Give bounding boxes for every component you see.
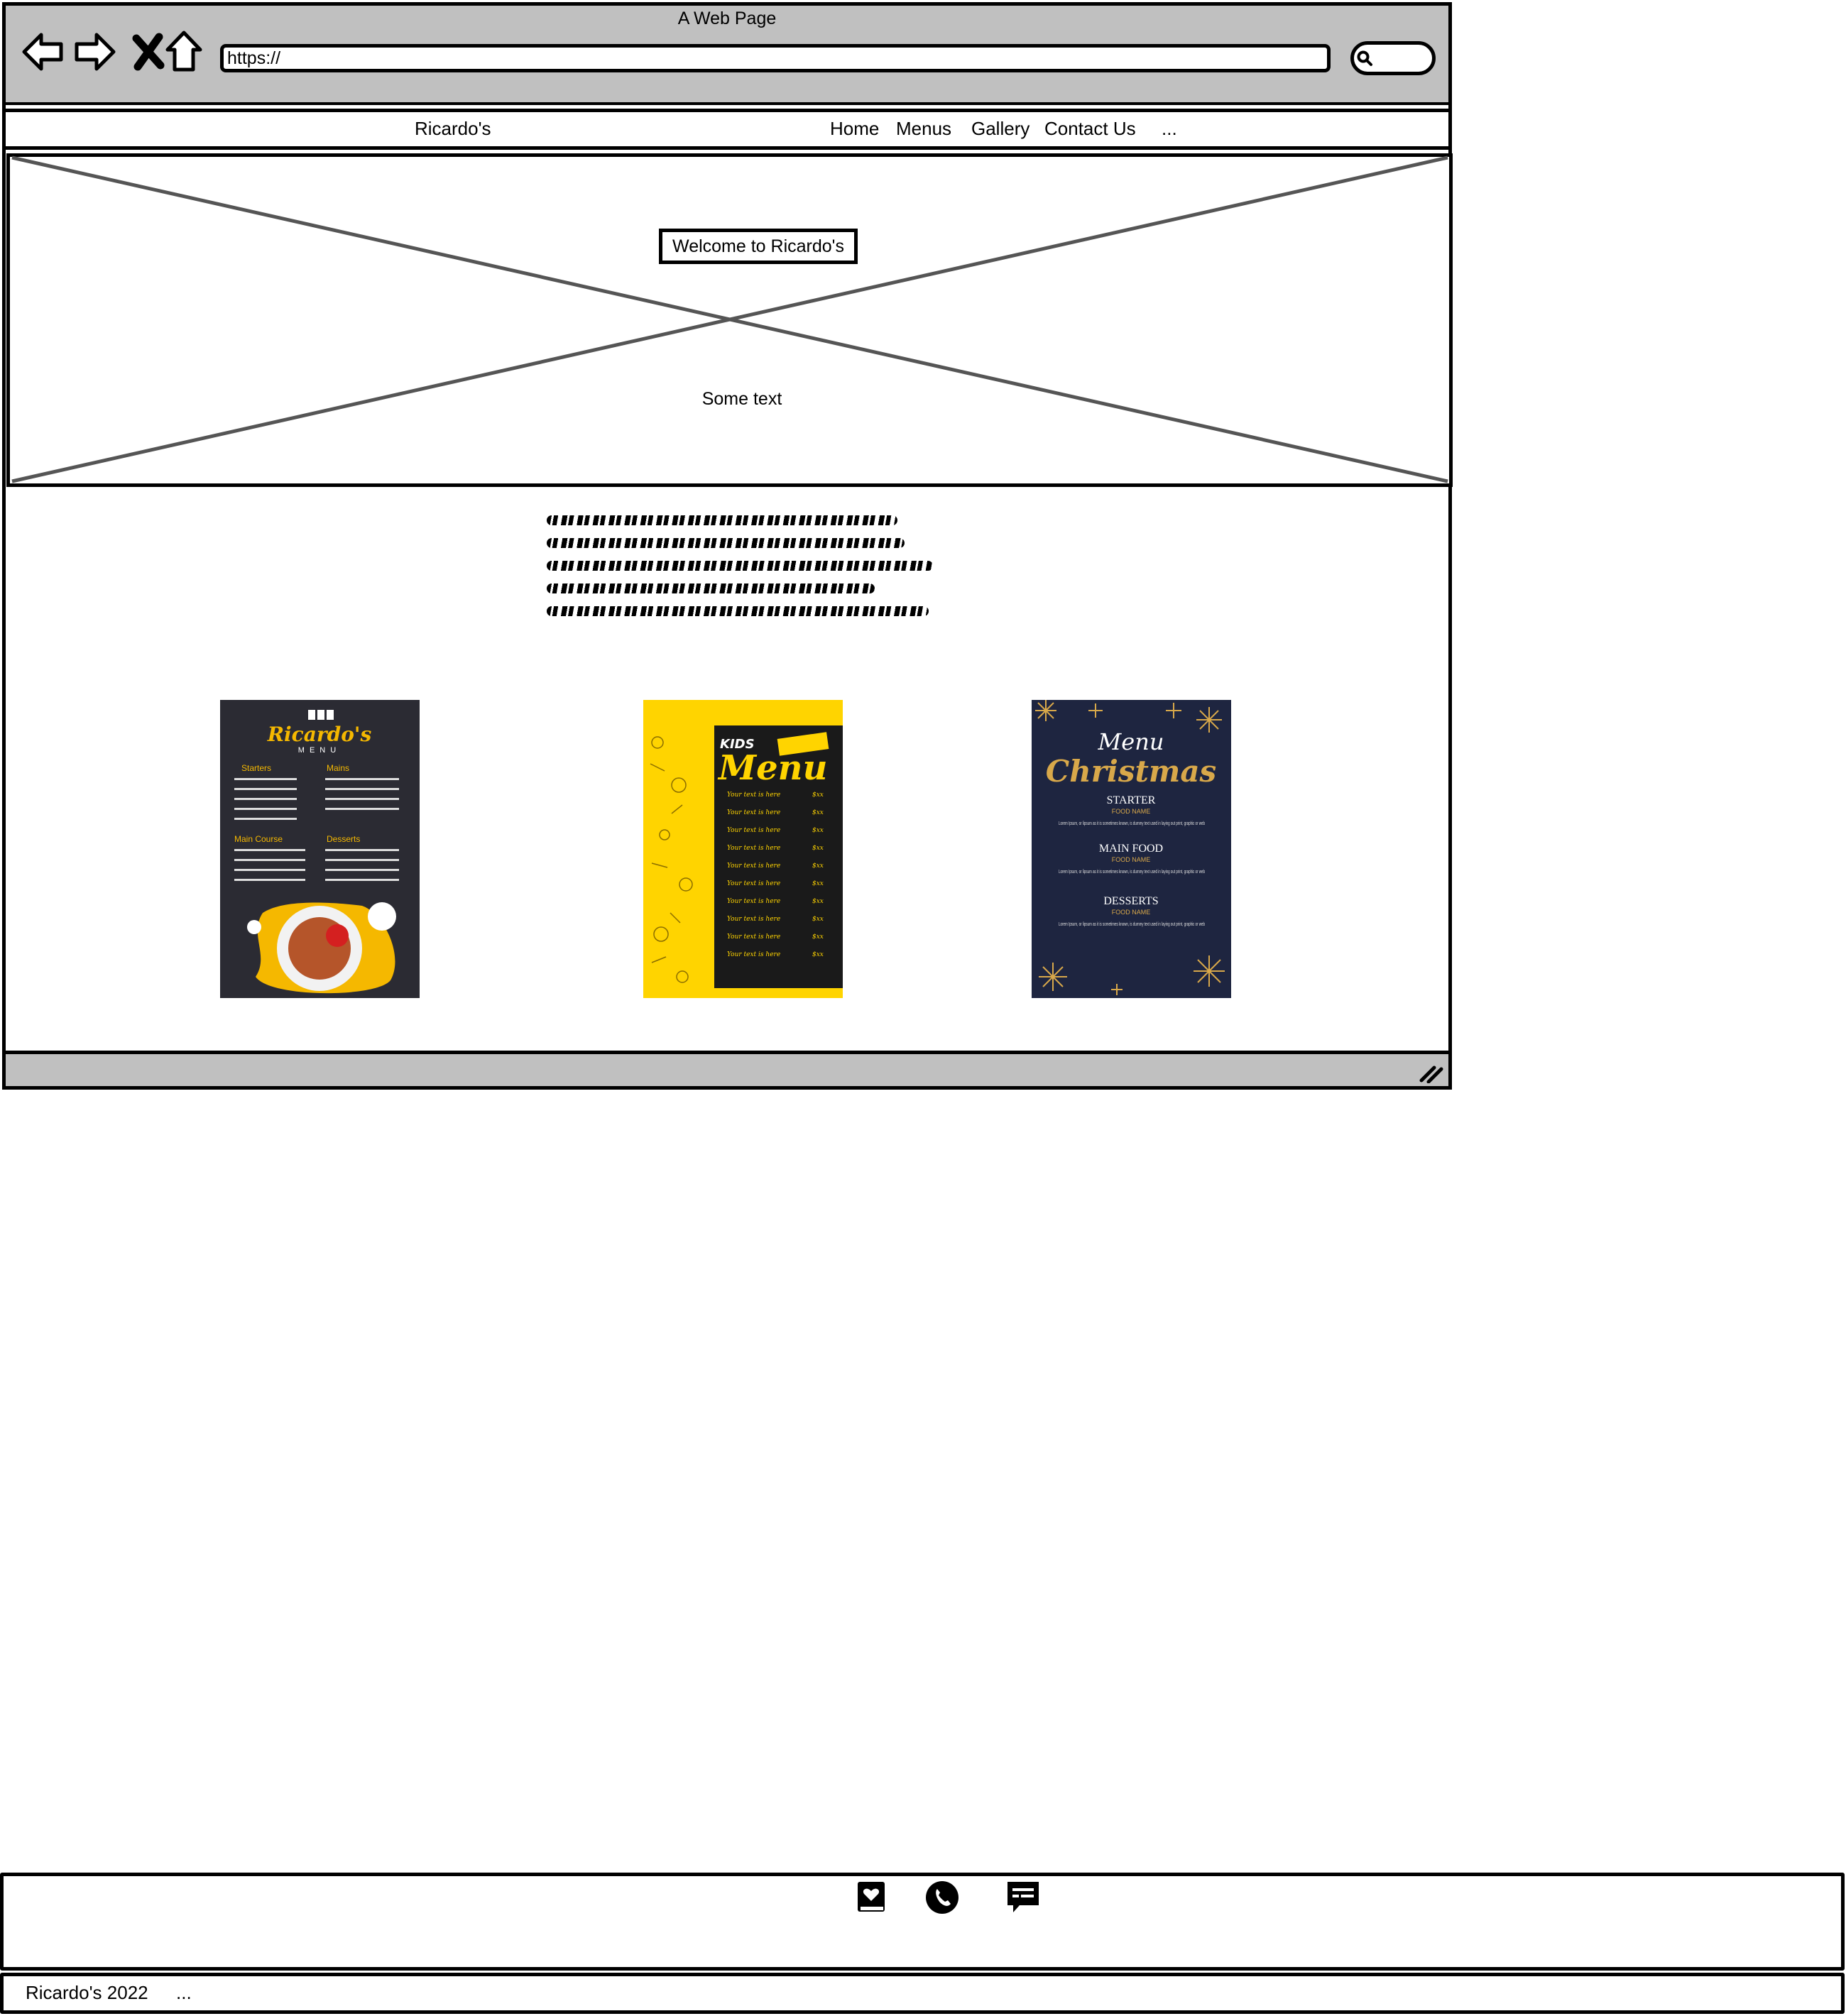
svg-text:FOOD NAME: FOOD NAME (1112, 909, 1151, 916)
scribble-text-line (547, 606, 929, 616)
svg-text:DESSERTS: DESSERTS (1103, 895, 1158, 907)
svg-text:Lorem Ipsum, or lipsum as it i: Lorem Ipsum, or lipsum as it is sometime… (1059, 821, 1205, 826)
svg-text:Lorem Ipsum, or lipsum as it i: Lorem Ipsum, or lipsum as it is sometime… (1059, 870, 1205, 875)
svg-text:$xx: $xx (812, 862, 824, 870)
svg-text:$xx: $xx (812, 951, 824, 958)
chat-icon[interactable] (1005, 1880, 1041, 1915)
resize-grip-icon[interactable] (1419, 1062, 1444, 1083)
hero-title: Welcome to Ricardo's (659, 229, 858, 264)
svg-text:Your text is here: Your text is here (727, 916, 780, 923)
nav-link-gallery[interactable]: Gallery (971, 118, 1030, 140)
svg-text:Your text is here: Your text is here (727, 809, 780, 816)
menu-card-kids[interactable]: KIDS Menu Your text is here $xx Your text… (643, 700, 843, 998)
svg-text:$xx: $xx (812, 809, 824, 816)
svg-text:Your text is here: Your text is here (727, 827, 780, 834)
svg-text:$xx: $xx (812, 827, 824, 834)
svg-text:FOOD NAME: FOOD NAME (1112, 856, 1151, 863)
search-icon[interactable] (1356, 50, 1373, 67)
browser-statusbar (2, 1051, 1452, 1090)
scribble-text-line (547, 538, 905, 548)
svg-text:Your text is here: Your text is here (727, 791, 780, 799)
hero-subtitle: Some text (701, 389, 782, 409)
svg-text:Your text is here: Your text is here (727, 880, 780, 887)
url-bar[interactable] (220, 44, 1331, 72)
svg-text:Your text is here: Your text is here (727, 933, 780, 941)
menu-section-label: Desserts (327, 834, 360, 844)
svg-text:$xx: $xx (812, 791, 824, 799)
svg-text:MAIN FOOD: MAIN FOOD (1099, 843, 1163, 855)
svg-text:$xx: $xx (812, 898, 824, 905)
svg-text:STARTER: STARTER (1107, 794, 1156, 806)
svg-text:Lorem Ipsum, or lipsum as it i: Lorem Ipsum, or lipsum as it is sometime… (1059, 922, 1205, 927)
svg-text:$xx: $xx (812, 933, 824, 941)
site-brand[interactable]: Ricardo's (415, 118, 491, 140)
kids-menu-image: KIDS Menu Your text is here $xx Your text… (643, 700, 843, 998)
back-arrow-icon[interactable] (20, 28, 67, 75)
main-menu-brand: Ricardo's (267, 723, 372, 746)
footer-copyright: Ricardo's 2022 (26, 1982, 148, 2003)
url-text[interactable]: https:// (227, 47, 280, 70)
site-navbar (2, 109, 1452, 150)
window-title: A Web Page (677, 9, 777, 28)
nav-link-contact[interactable]: Contact Us (1044, 118, 1136, 140)
christmas-menu-kicker: Menu (1098, 728, 1164, 755)
menu-section-label: Mains (327, 763, 349, 773)
svg-text:$xx: $xx (812, 845, 824, 852)
nav-link-home[interactable]: Home (830, 118, 879, 140)
footer-more-link[interactable]: ... (176, 1982, 192, 2004)
footer-icon-bar (0, 1873, 1845, 1971)
phone-icon[interactable] (924, 1880, 960, 1915)
svg-text:Your text is here: Your text is here (727, 845, 780, 852)
christmas-menu-image: Menu Christmas STARTER MAIN FOOD DESSERT… (1032, 700, 1231, 998)
svg-text:$xx: $xx (812, 880, 824, 887)
scribble-text-line (547, 561, 933, 571)
home-icon[interactable] (160, 28, 207, 75)
image-placeholder-cross (11, 155, 1448, 483)
svg-text:Your text is here: Your text is here (727, 898, 780, 905)
svg-text:Your text is here: Your text is here (727, 951, 780, 958)
menu-section-label: Main Course (234, 834, 283, 844)
nav-link-menus[interactable]: Menus (896, 118, 951, 140)
svg-text:Your text is here: Your text is here (727, 862, 780, 870)
svg-text:FOOD NAME: FOOD NAME (1112, 808, 1151, 815)
nav-link-more[interactable]: ... (1162, 118, 1177, 140)
main-menu-caption: MENU (298, 746, 341, 755)
main-menu-image: Ricardo's MENU Starters Mains Main Cours… (220, 700, 420, 998)
menu-card-christmas[interactable]: Menu Christmas STARTER MAIN FOOD DESSERT… (1032, 700, 1231, 998)
forward-arrow-icon[interactable] (71, 28, 118, 75)
menu-section-label: Starters (241, 763, 271, 773)
book-heart-icon[interactable] (854, 1880, 890, 1915)
footer-bottom-bar (0, 1973, 1845, 2014)
svg-text:$xx: $xx (812, 916, 824, 923)
menu-card-main[interactable]: Ricardo's MENU Starters Mains Main Cours… (220, 700, 420, 998)
scribble-text-line (547, 584, 875, 593)
scribble-text-line (547, 515, 897, 525)
christmas-menu-title: Christmas (1046, 754, 1216, 789)
kids-menu-title: Menu (717, 748, 827, 788)
